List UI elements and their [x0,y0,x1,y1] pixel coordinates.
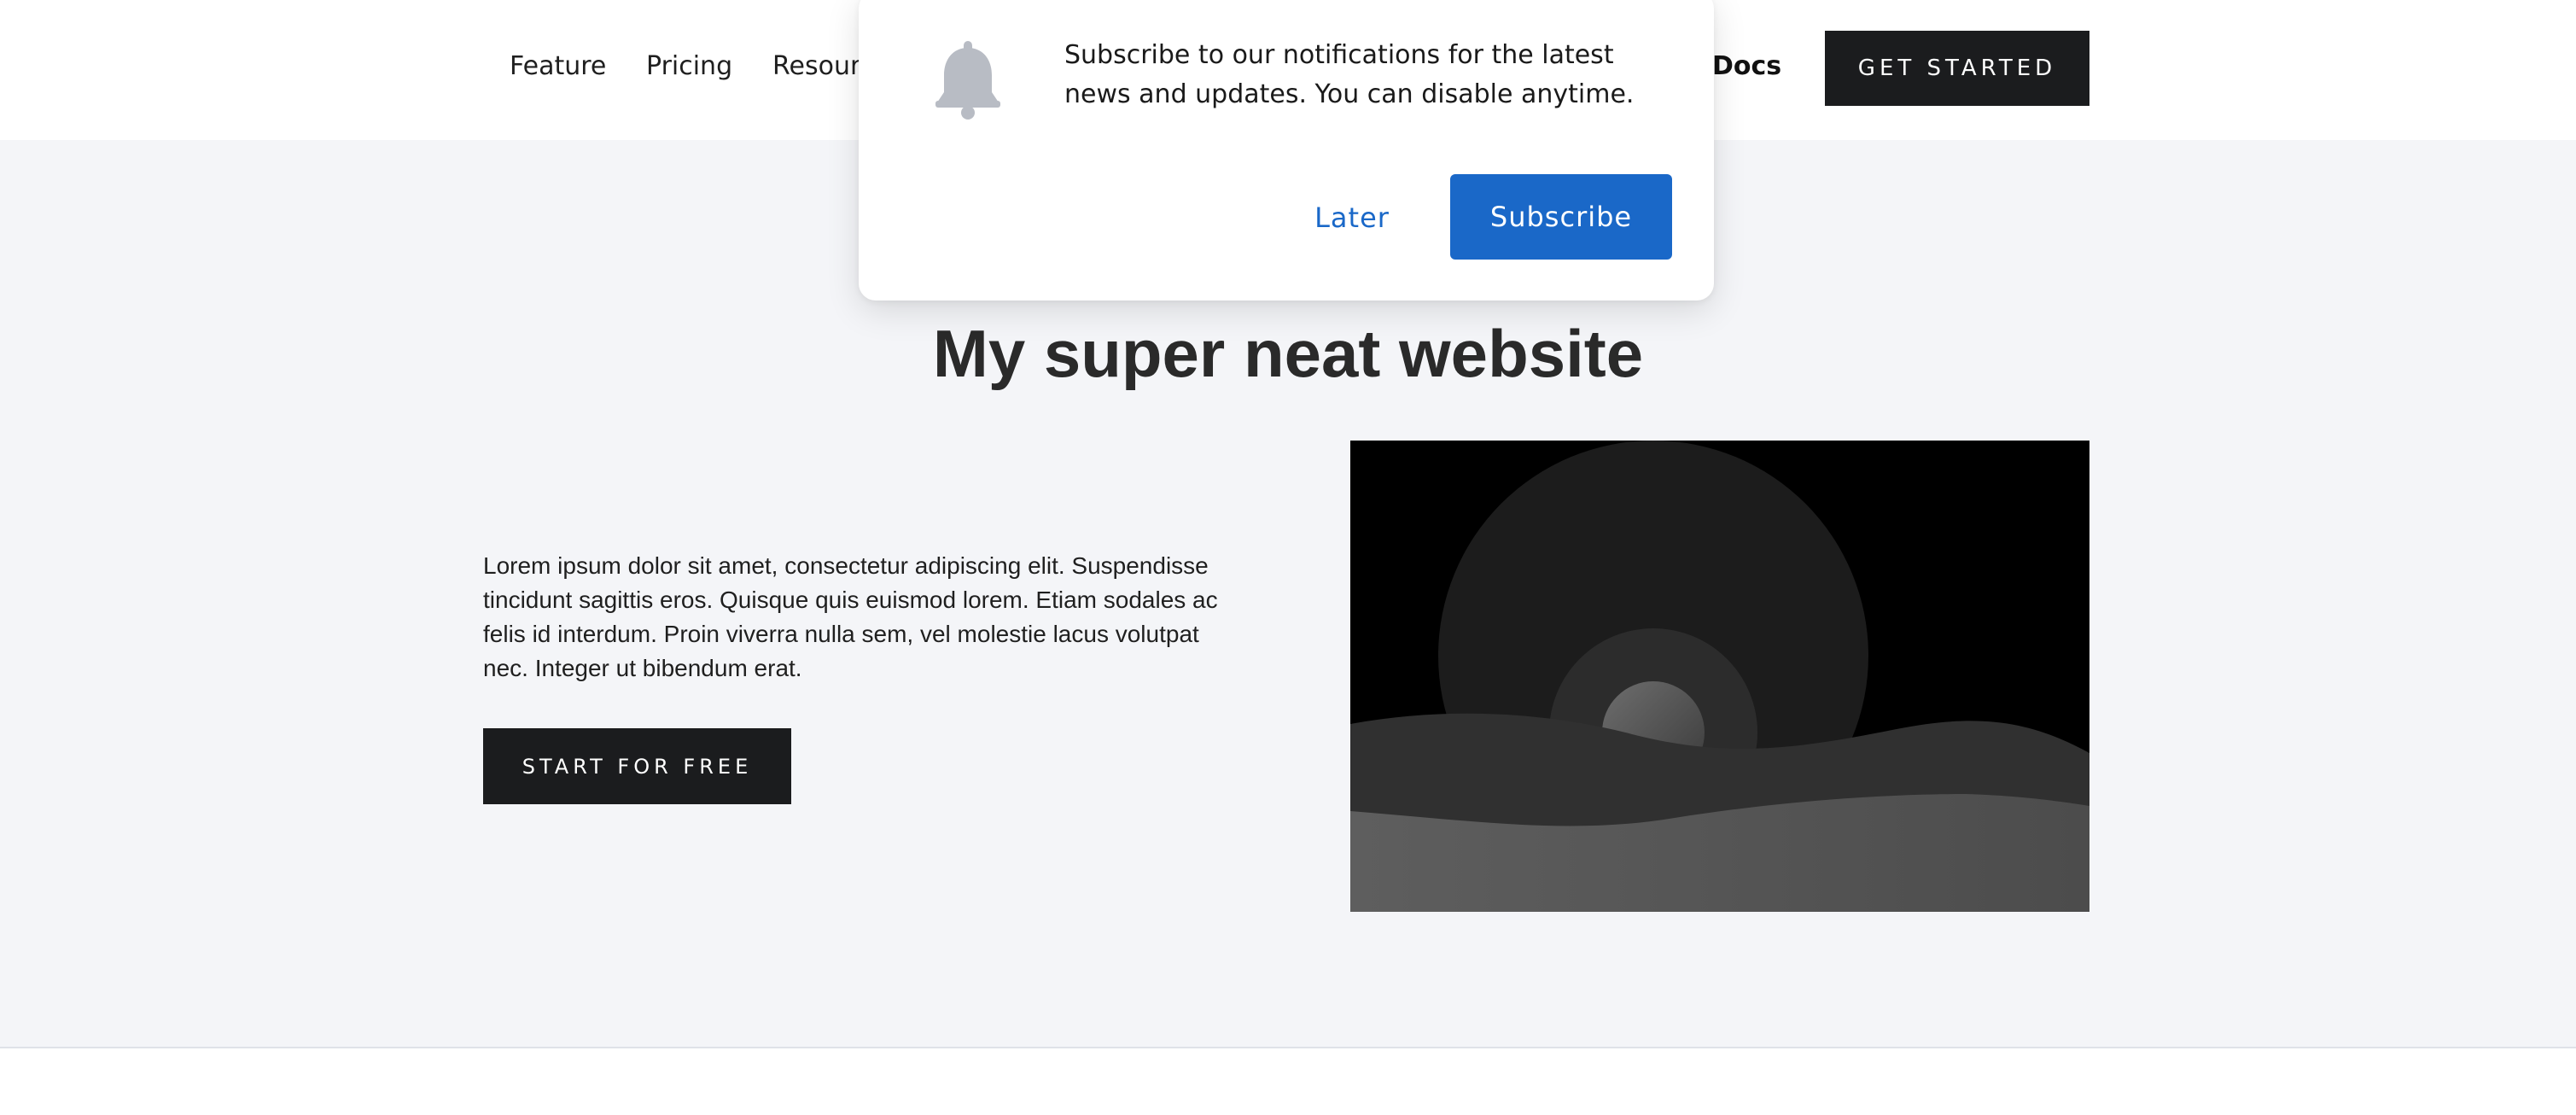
nav-link-pricing[interactable]: Pricing [646,51,732,82]
nav-link-feature[interactable]: Feature [510,51,606,82]
later-button[interactable]: Later [1292,181,1412,254]
nav-link-docs[interactable]: Docs [1712,51,1781,82]
page: Feature Pricing Resources Docs GET START… [0,0,2576,1115]
get-started-button[interactable]: GET STARTED [1825,31,2089,106]
subscribe-button[interactable]: Subscribe [1450,174,1672,260]
hero-description: Lorem ipsum dolor sit amet, consectetur … [483,552,1218,681]
bell-icon [935,41,1000,120]
start-for-free-button[interactable]: START FOR FREE [483,728,791,804]
hero-illustration [1350,441,2089,912]
notification-message: Subscribe to our notifications for the l… [1064,40,1635,109]
hero-image [1350,441,2089,912]
page-title: My super neat website [932,316,1644,391]
